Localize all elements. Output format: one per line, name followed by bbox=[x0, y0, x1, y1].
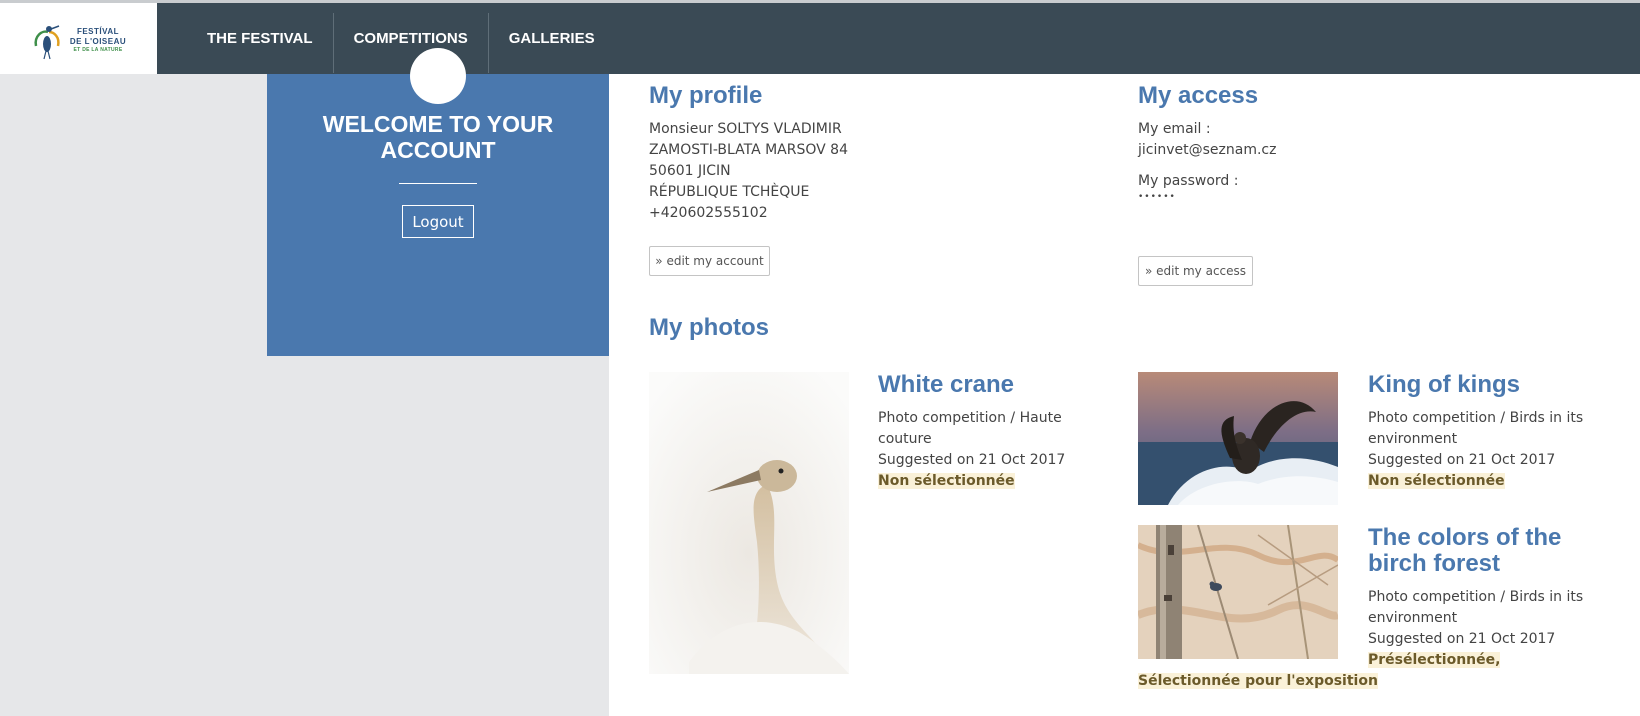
photo-date-birch-forest: Suggested on 21 Oct 2017 bbox=[1368, 631, 1556, 647]
status-badge: Non sélectionnée bbox=[878, 473, 1015, 489]
photo-date-white-crane: Suggested on 21 Oct 2017 bbox=[878, 452, 1066, 468]
photo-category-king-of-kings: Photo competition / Birds in its environ… bbox=[1368, 410, 1584, 447]
photo-title-white-crane[interactable]: White crane bbox=[878, 372, 1108, 398]
profile-name: Monsieur SOLTYS VLADIMIR bbox=[649, 121, 842, 137]
nav-galleries[interactable]: GALLERIES bbox=[489, 3, 615, 74]
status-badge: Non sélectionnée bbox=[1368, 473, 1505, 489]
photo-category-white-crane: Photo competition / Haute couture bbox=[878, 410, 1062, 447]
logo-text: FESTÍVAL DE L'OISEAU ET DE LA NATURE bbox=[66, 27, 130, 54]
photo-title-king-of-kings[interactable]: King of kings bbox=[1368, 372, 1598, 398]
edit-access-button[interactable]: » edit my access bbox=[1138, 256, 1253, 286]
email-label: My email : bbox=[1138, 121, 1211, 137]
king-of-kings-image bbox=[1138, 372, 1338, 505]
welcome-title: WELCOME TO YOUR ACCOUNT bbox=[322, 111, 554, 163]
edit-account-button[interactable]: » edit my account bbox=[649, 246, 770, 276]
main-nav: THE FESTIVAL COMPETITIONS GALLERIES bbox=[187, 3, 615, 74]
welcome-divider bbox=[399, 183, 477, 184]
photo-category-birch-forest: Photo competition / Birds in its environ… bbox=[1368, 589, 1584, 626]
king-of-kings-thumbnail[interactable] bbox=[1138, 372, 1338, 505]
nav-competitions[interactable]: COMPETITIONS bbox=[334, 3, 488, 74]
nav-the-festival[interactable]: THE FESTIVAL bbox=[187, 3, 333, 74]
profile-country: RÉPUBLIQUE TCHÈQUE bbox=[649, 184, 810, 200]
password-label: My password : bbox=[1138, 173, 1239, 189]
white-crane-thumbnail[interactable] bbox=[649, 372, 849, 674]
white-crane-image bbox=[649, 372, 849, 674]
site-logo[interactable]: FESTÍVAL DE L'OISEAU ET DE LA NATURE bbox=[0, 3, 157, 74]
birch-forest-image bbox=[1138, 525, 1338, 659]
access-title: My access bbox=[1138, 82, 1259, 109]
email-value: jicinvet@seznam.cz bbox=[1138, 142, 1277, 158]
profile-phone: +420602555102 bbox=[649, 205, 768, 221]
birch-forest-thumbnail[interactable] bbox=[1138, 525, 1338, 659]
photo-status-king-of-kings: Non sélectionnée bbox=[1368, 471, 1505, 492]
photo-status-birch-forest: Présélectionnée, Sélectionnée pour l'exp… bbox=[1138, 650, 1602, 692]
logout-button[interactable]: Logout bbox=[402, 205, 474, 238]
profile-title: My profile bbox=[649, 82, 763, 109]
photos-title: My photos bbox=[649, 314, 769, 341]
logo-line-1: FESTÍVAL bbox=[76, 27, 120, 36]
photo-title-birch-forest[interactable]: The colors of the birch forest bbox=[1368, 525, 1608, 577]
logo-line-3: ET DE LA NATURE bbox=[73, 47, 123, 53]
password-value: •••••• bbox=[1138, 192, 1176, 202]
bird-logo-icon bbox=[34, 25, 60, 60]
photo-status-white-crane: Non sélectionnée bbox=[878, 471, 1015, 492]
welcome-panel: WELCOME TO YOUR ACCOUNT Logout bbox=[267, 48, 609, 356]
status-badge: Présélectionnée, Sélectionnée pour l'exp… bbox=[1138, 652, 1501, 689]
avatar bbox=[410, 48, 466, 104]
logo-line-2: DE L'OISEAU bbox=[69, 37, 127, 46]
profile-address: ZAMOSTI-BLATA MARSOV 84 bbox=[649, 142, 848, 158]
photo-date-king-of-kings: Suggested on 21 Oct 2017 bbox=[1368, 452, 1556, 468]
profile-city: 50601 JICIN bbox=[649, 163, 731, 179]
site-header: FESTÍVAL DE L'OISEAU ET DE LA NATURE THE… bbox=[0, 3, 1640, 74]
